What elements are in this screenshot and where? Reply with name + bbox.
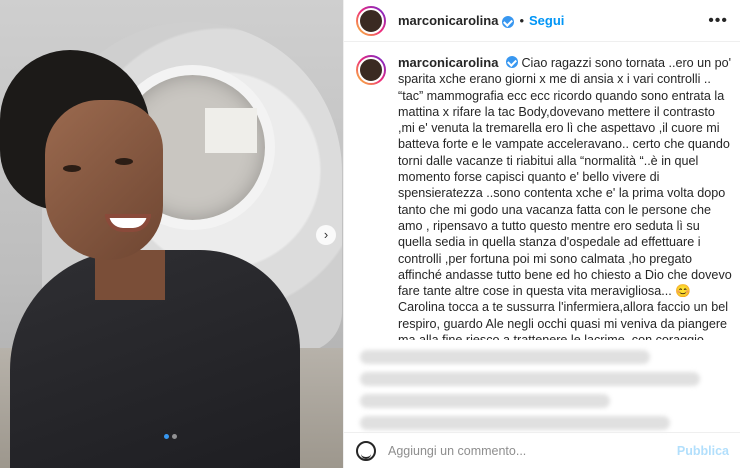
carousel-dot	[172, 434, 177, 439]
avatar-image	[358, 7, 384, 34]
background-window	[205, 108, 257, 153]
person-face	[45, 100, 163, 260]
person-eye	[63, 165, 81, 172]
carousel-dots	[164, 434, 177, 439]
blurred-comment	[360, 416, 670, 430]
carousel-next-button[interactable]: ›	[316, 225, 336, 245]
post-caption: marconicarolina Ciao ragazzi sono tornat…	[356, 55, 732, 340]
post-username[interactable]: marconicarolina	[398, 13, 498, 28]
caption-text: marconicarolina Ciao ragazzi sono tornat…	[398, 55, 732, 340]
comment-bar: Pubblica	[344, 432, 740, 468]
person-eye	[115, 158, 133, 165]
follow-button[interactable]: Segui	[529, 13, 564, 28]
verified-badge-icon	[502, 15, 515, 28]
avatar[interactable]	[356, 5, 386, 36]
blurred-comment	[360, 372, 700, 386]
post-header: marconicarolina • Segui •••	[344, 0, 740, 42]
caption-username[interactable]: marconicarolina	[398, 55, 498, 70]
post-photo[interactable]: ›	[0, 0, 343, 468]
comment-input[interactable]	[388, 443, 677, 458]
publish-button[interactable]: Pubblica	[677, 444, 729, 458]
more-options-icon[interactable]: •••	[708, 12, 728, 30]
carousel-dot-active	[164, 434, 169, 439]
avatar-image	[358, 57, 384, 83]
avatar[interactable]	[356, 55, 386, 85]
post-side-panel: marconicarolina • Segui ••• marconicarol…	[343, 0, 740, 468]
blurred-comment	[360, 350, 650, 364]
blurred-comment	[360, 394, 610, 408]
emoji-icon[interactable]	[356, 440, 376, 461]
blurred-comments	[344, 342, 740, 437]
separator-dot: •	[519, 13, 524, 28]
caption-body: Ciao ragazzi sono tornata ..ero un po' s…	[398, 56, 732, 340]
verified-badge-icon	[505, 56, 518, 68]
